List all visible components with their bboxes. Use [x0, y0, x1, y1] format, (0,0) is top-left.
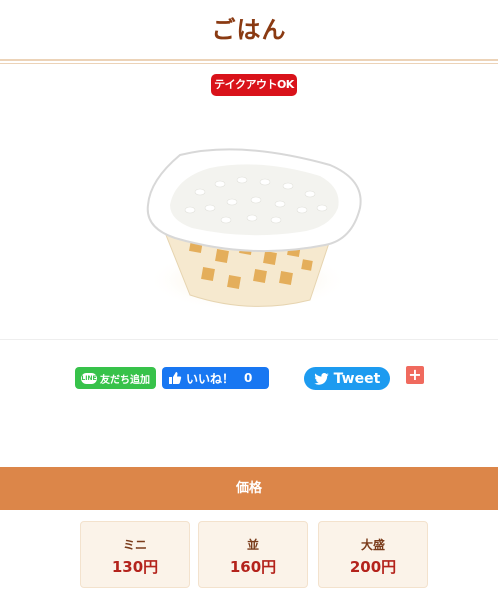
price-card-amount: 130円 [111, 558, 159, 576]
facebook-like-label: いいね！ [186, 371, 235, 386]
line-add-friend-button[interactable]: LINE 友だち追加 [75, 367, 156, 389]
line-icon: LINE [81, 372, 97, 384]
facebook-like-button[interactable]: いいね！ 0 [162, 367, 269, 389]
page-title: ごはん [211, 16, 287, 44]
title-divider [0, 59, 498, 61]
facebook-like-count: 0 [244, 371, 253, 385]
tweet-button-label: Tweet [333, 370, 381, 387]
price-card-size: 並 [246, 538, 259, 552]
content-divider [0, 339, 498, 340]
price-card-amount: 160円 [229, 558, 277, 576]
rice-bowl-image [146, 148, 362, 312]
takeout-badge: テイクアウトOK [211, 74, 297, 96]
twitter-bird-icon [313, 372, 329, 385]
line-button-label: 友だち追加 [100, 374, 150, 386]
price-card-size: ミニ [122, 538, 147, 552]
tweet-button[interactable]: Tweet [304, 367, 390, 390]
price-card-mini: ミニ 130円 [80, 521, 190, 588]
price-card-regular: 並 160円 [198, 521, 308, 588]
title-divider-thin [0, 63, 498, 64]
price-card-size: 大盛 [360, 538, 385, 552]
price-card-large: 大盛 200円 [318, 521, 428, 588]
price-card-amount: 200円 [349, 558, 397, 576]
price-section-header: 価格 [0, 467, 498, 510]
share-plus-button[interactable]: + [406, 366, 424, 384]
thumbs-up-icon [169, 372, 182, 384]
